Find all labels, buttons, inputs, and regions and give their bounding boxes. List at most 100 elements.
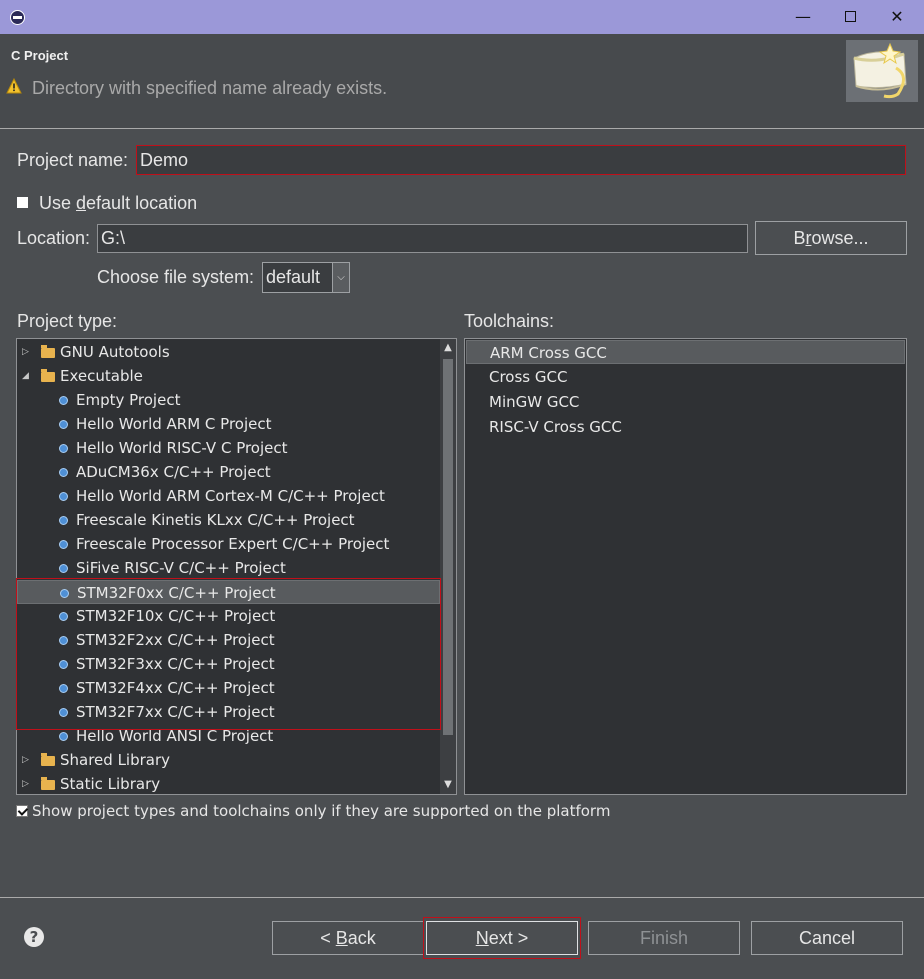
tree-item-label: Hello World ARM Cortex-M C/C++ Project <box>76 487 385 505</box>
tree-item-row[interactable]: ADuCM36x C/C++ Project <box>17 460 440 484</box>
chevron-down-icon[interactable]: ⌵ <box>332 263 349 292</box>
collapsed-arrow-icon[interactable]: ▷ <box>22 748 29 772</box>
project-type-tree[interactable]: ▷ GNU Autotools ◢ Executable Empty Project He… <box>16 338 457 795</box>
tree-folder-row[interactable]: ▷ Shared Library <box>17 748 440 772</box>
tree-item-row[interactable]: Hello World ANSI C Project <box>17 724 440 748</box>
folder-icon <box>41 369 55 382</box>
tree-folder-row[interactable]: ▷ GNU Autotools <box>17 340 440 364</box>
tree-item-row[interactable]: Hello World ARM C Project <box>17 412 440 436</box>
location-input[interactable]: G:\ <box>97 224 748 253</box>
help-icon[interactable]: ? <box>24 927 44 947</box>
browse-text-post: owse... <box>811 228 869 248</box>
toolchains-label: Toolchains: <box>464 311 555 331</box>
toolchain-item[interactable]: MinGW GCC <box>466 390 905 414</box>
tree-item-label: Freescale Processor Expert C/C++ Project <box>76 535 390 553</box>
collapsed-arrow-icon[interactable]: ▷ <box>22 340 29 364</box>
project-name-input[interactable]: Demo <box>136 145 906 175</box>
tree-item-row[interactable]: STM32F10x C/C++ Project <box>17 604 440 628</box>
browse-text-pre: B <box>793 228 806 248</box>
project-template-icon <box>59 636 68 645</box>
project-template-icon <box>59 468 68 477</box>
tree-item-label: Hello World ARM C Project <box>76 415 272 433</box>
browse-button[interactable]: Browse... <box>755 221 907 255</box>
file-system-label: Choose file system: <box>97 267 255 287</box>
tree-item-row[interactable]: STM32F3xx C/C++ Project <box>17 652 440 676</box>
use-default-location-checkbox[interactable] <box>17 197 28 208</box>
project-type-scrollbar[interactable]: ▲ ▼ <box>440 339 456 794</box>
use-default-location-label[interactable]: Use default location <box>39 193 197 214</box>
toolchain-item[interactable]: ARM Cross GCC <box>466 340 905 364</box>
project-template-icon <box>59 564 68 573</box>
header-separator <box>0 128 924 129</box>
show-supported-only-checkbox[interactable] <box>16 805 28 817</box>
toolchain-item[interactable]: Cross GCC <box>466 365 905 389</box>
tree-item-row[interactable]: SiFive RISC-V C/C++ Project <box>17 556 440 580</box>
file-system-select[interactable]: default ⌵ <box>262 262 350 293</box>
tree-item-row[interactable]: Hello World RISC-V C Project <box>17 436 440 460</box>
project-template-icon <box>59 444 68 453</box>
tree-folder-label: GNU Autotools <box>60 343 170 361</box>
project-template-icon <box>60 589 69 598</box>
tree-item-label: STM32F4xx C/C++ Project <box>76 679 275 697</box>
back-text-pre: < <box>320 928 336 948</box>
tree-item-label: ADuCM36x C/C++ Project <box>76 463 271 481</box>
tree-item-row[interactable]: STM32F0xx C/C++ Project <box>17 580 440 604</box>
tree-item-row[interactable]: STM32F2xx C/C++ Project <box>17 628 440 652</box>
project-template-icon <box>59 420 68 429</box>
maximize-icon <box>844 11 856 22</box>
scroll-up-icon[interactable]: ▲ <box>440 339 456 357</box>
show-supported-only-label[interactable]: Show project types and toolchains only i… <box>32 802 610 820</box>
warning-icon <box>6 78 22 94</box>
back-text-post: ack <box>347 928 376 948</box>
tree-item-row[interactable]: Hello World ARM Cortex-M C/C++ Project <box>17 484 440 508</box>
toolchains-list[interactable]: ARM Cross GCC Cross GCC MinGW GCC RISC-V Cr… <box>464 338 907 795</box>
project-name-label: Project name: <box>17 150 129 170</box>
tree-item-label: Empty Project <box>76 391 181 409</box>
tree-item-row[interactable]: STM32F7xx C/C++ Project <box>17 700 440 724</box>
dialog-title: C Project <box>11 48 69 63</box>
project-template-icon <box>59 732 68 741</box>
location-label: Location: <box>17 228 91 248</box>
file-system-value: default <box>266 267 321 287</box>
eclipse-app-icon <box>10 10 25 25</box>
maximize-button[interactable] <box>835 6 865 28</box>
folder-icon <box>41 777 55 790</box>
folder-icon <box>41 345 55 358</box>
minimize-button[interactable]: — <box>788 6 818 28</box>
back-button[interactable]: < Back <box>272 921 424 955</box>
tree-item-row[interactable]: Freescale Processor Expert C/C++ Project <box>17 532 440 556</box>
tree-folder-row[interactable]: ◢ Executable <box>17 364 440 388</box>
default-location-text-pre: Use <box>39 193 77 213</box>
collapsed-arrow-icon[interactable]: ▷ <box>22 772 29 794</box>
tree-item-label: STM32F10x C/C++ Project <box>76 607 276 625</box>
tree-item-label: STM32F2xx C/C++ Project <box>76 631 275 649</box>
default-location-text-post: efault location <box>86 193 198 213</box>
tree-folder-row[interactable]: ▷ Static Library <box>17 772 440 794</box>
next-mnemonic: N <box>475 928 489 948</box>
tree-item-row[interactable]: Freescale Kinetis KLxx C/C++ Project <box>17 508 440 532</box>
expanded-arrow-icon[interactable]: ◢ <box>22 364 29 388</box>
tree-item-label: Hello World ANSI C Project <box>76 727 274 745</box>
warning-message: Directory with specified name already ex… <box>32 78 388 98</box>
toolchain-item[interactable]: RISC-V Cross GCC <box>466 415 905 439</box>
close-button[interactable]: ✕ <box>882 6 912 28</box>
wizard-header: C Project Directory with specified name … <box>0 34 924 128</box>
next-button[interactable]: Next > <box>426 921 578 955</box>
project-template-icon <box>59 492 68 501</box>
project-template-icon <box>59 612 68 621</box>
project-template-icon <box>59 660 68 669</box>
project-type-label: Project type: <box>17 311 118 331</box>
cancel-button[interactable]: Cancel <box>751 921 903 955</box>
tree-folder-label: Shared Library <box>60 751 171 769</box>
project-template-icon <box>59 540 68 549</box>
scrollbar-thumb[interactable] <box>443 359 453 735</box>
tree-item-label: STM32F0xx C/C++ Project <box>77 584 276 602</box>
tree-item-row[interactable]: Empty Project <box>17 388 440 412</box>
scroll-down-icon[interactable]: ▼ <box>440 776 456 794</box>
back-mnemonic: B <box>335 928 348 948</box>
tree-item-row[interactable]: STM32F4xx C/C++ Project <box>17 676 440 700</box>
title-bar: — ✕ <box>0 0 924 34</box>
finish-button: Finish <box>588 921 740 955</box>
tree-folder-label: Static Library <box>60 775 161 793</box>
project-template-icon <box>59 396 68 405</box>
